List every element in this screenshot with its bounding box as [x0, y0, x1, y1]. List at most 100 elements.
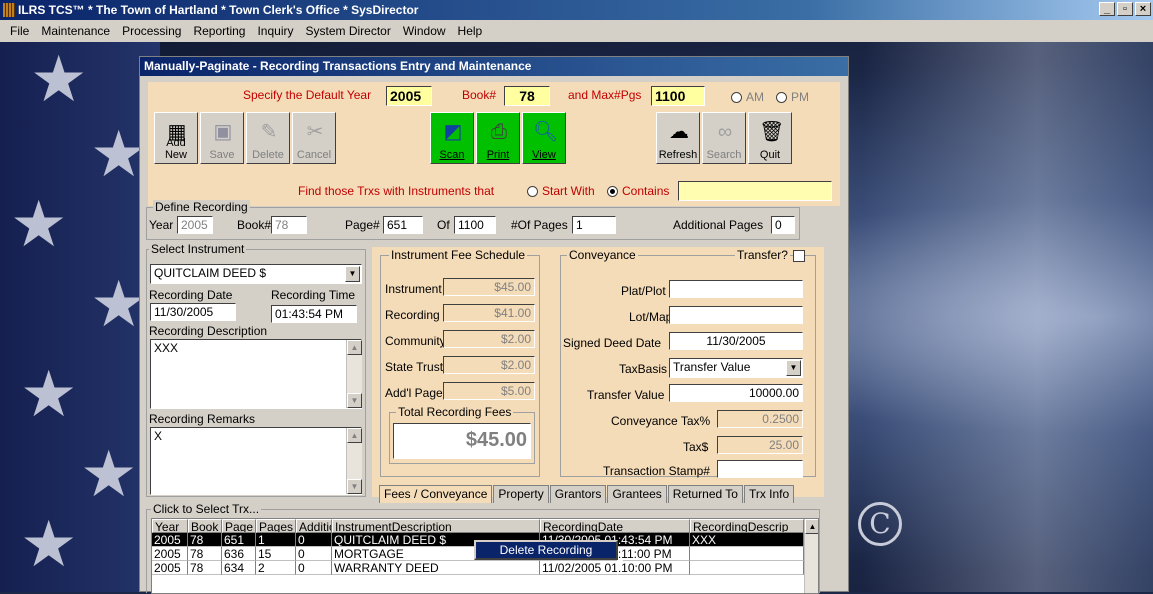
tab-trx-info[interactable]: Trx Info: [743, 485, 795, 503]
quit-button[interactable]: 🗑︎ Quit: [748, 112, 792, 164]
scroll-up-icon[interactable]: ▲: [805, 519, 818, 534]
am-radio[interactable]: [731, 92, 742, 103]
star-icon: ★: [20, 358, 78, 430]
start-with-radio[interactable]: [527, 186, 538, 197]
tab-bar: Fees / Conveyance Property Grantors Gran…: [379, 485, 795, 503]
menu-help[interactable]: Help: [452, 24, 489, 38]
menu-processing[interactable]: Processing: [116, 24, 187, 38]
toolbar-panel: Specify the Default Year 2005 Book# 78 a…: [148, 82, 840, 206]
search-button[interactable]: ∞ Search: [702, 112, 746, 164]
menu-bar: File Maintenance Processing Reporting In…: [0, 20, 1153, 42]
star-icon: ★: [80, 438, 138, 510]
chevron-down-icon[interactable]: ▼: [345, 266, 360, 282]
menu-maintenance[interactable]: Maintenance: [35, 24, 116, 38]
save-button[interactable]: ▣ Save: [200, 112, 244, 164]
transfer-value-field[interactable]: 10000.00: [669, 384, 803, 402]
cancel-button[interactable]: ✂ Cancel: [292, 112, 336, 164]
recording-date-field[interactable]: 11/30/2005: [150, 303, 236, 321]
cell-additional: 0: [296, 547, 332, 561]
cell-pages: 2: [256, 561, 296, 575]
transfer-checkbox[interactable]: [793, 250, 805, 262]
col-page[interactable]: Page: [222, 519, 256, 533]
tab-returned-to[interactable]: Returned To: [667, 485, 743, 503]
close-button[interactable]: ×: [1135, 2, 1151, 16]
menu-inquiry[interactable]: Inquiry: [251, 24, 299, 38]
instrument-select[interactable]: QUITCLAIM DEED $ ▼: [150, 264, 362, 284]
cell-instrument: WARRANTY DEED: [332, 561, 540, 575]
menu-window[interactable]: Window: [397, 24, 452, 38]
transfer-value-label: Transfer Value: [587, 388, 665, 402]
page-label: Page#: [345, 218, 380, 232]
lot-field[interactable]: [669, 306, 803, 324]
col-pages[interactable]: Pages: [256, 519, 296, 533]
cell-page: 636: [222, 547, 256, 561]
transaction-stamp-field[interactable]: [717, 460, 803, 478]
print-button[interactable]: ⎙ Print: [476, 112, 520, 164]
tab-fees-conveyance[interactable]: Fees / Conveyance: [379, 485, 493, 503]
col-book[interactable]: Book: [188, 519, 222, 533]
tab-grantees[interactable]: Grantees: [607, 485, 667, 503]
recording-fee-field: $41.00: [443, 304, 535, 322]
page-field[interactable]: 651: [383, 216, 423, 234]
scroll-down-icon[interactable]: ▼: [347, 393, 362, 408]
taxbasis-value: Transfer Value: [673, 360, 751, 374]
default-year-field[interactable]: 2005: [386, 86, 432, 106]
plat-field[interactable]: [669, 280, 803, 298]
instrument-selected-value: QUITCLAIM DEED $: [154, 266, 267, 280]
menu-reporting[interactable]: Reporting: [187, 24, 251, 38]
menu-system-director[interactable]: System Director: [300, 24, 397, 38]
col-year[interactable]: Year: [152, 519, 188, 533]
pm-radio[interactable]: [776, 92, 787, 103]
scan-button[interactable]: ◩ Scan: [430, 112, 474, 164]
cell-page: 651: [222, 533, 256, 547]
num-pages-field[interactable]: 1: [572, 216, 616, 234]
description-scrollbar[interactable]: ▲ ▼: [346, 340, 362, 408]
remarks-scrollbar[interactable]: ▲ ▼: [346, 428, 362, 494]
col-recording-date[interactable]: RecordingDate: [540, 519, 690, 533]
recording-date-label: Recording Date: [149, 288, 233, 302]
col-additional[interactable]: Additio: [296, 519, 332, 533]
recording-remarks-label: Recording Remarks: [149, 412, 256, 426]
cell-pages: 15: [256, 547, 296, 561]
chevron-down-icon[interactable]: ▼: [786, 360, 801, 376]
find-input[interactable]: [678, 181, 832, 201]
recording-time-field[interactable]: 01:43:54 PM: [271, 305, 357, 323]
col-recording-description[interactable]: RecordingDescrip: [690, 519, 804, 533]
refresh-button[interactable]: ☁ Refresh: [656, 112, 700, 164]
menu-file[interactable]: File: [4, 24, 35, 38]
taxbasis-select[interactable]: Transfer Value ▼: [669, 358, 803, 378]
maxpgs-field[interactable]: 1100: [651, 86, 705, 106]
fee-schedule-title: Instrument Fee Schedule: [389, 248, 528, 262]
tab-grantors[interactable]: Grantors: [549, 485, 607, 503]
view-button[interactable]: 🔍︎ View: [522, 112, 566, 164]
of-field[interactable]: 1100: [454, 216, 496, 234]
contains-radio[interactable]: [607, 186, 618, 197]
signed-deed-date-field[interactable]: 11/30/2005: [669, 332, 803, 350]
save-icon: ▣: [213, 121, 233, 143]
year-field[interactable]: 2005: [177, 216, 213, 234]
recording-description-field[interactable]: XXX: [150, 339, 362, 409]
minimize-button[interactable]: _: [1099, 2, 1115, 16]
add-new-button[interactable]: ▦ Add New: [154, 112, 198, 164]
num-pages-label: #Of Pages: [511, 218, 568, 232]
book-field[interactable]: 78: [271, 216, 307, 234]
start-with-label: Start With: [542, 184, 595, 198]
book-field[interactable]: 78: [504, 86, 550, 106]
tab-property[interactable]: Property: [493, 485, 549, 503]
binoculars-icon: ∞: [717, 121, 733, 143]
scroll-up-icon[interactable]: ▲: [347, 428, 362, 443]
flag-background: ★ ★ ★ ★ ★ ★ ★: [0, 42, 160, 592]
cell-additional: 0: [296, 533, 332, 547]
restore-button[interactable]: ▫: [1117, 2, 1133, 16]
scroll-up-icon[interactable]: ▲: [347, 340, 362, 355]
additional-pages-field[interactable]: 0: [771, 216, 795, 234]
grid-scrollbar[interactable]: ▲: [804, 519, 818, 593]
instrument-fee-field: $45.00: [443, 278, 535, 296]
scroll-down-icon[interactable]: ▼: [347, 479, 362, 494]
recording-fee-label: Recording: [385, 308, 440, 322]
delete-button[interactable]: ✎ Delete: [246, 112, 290, 164]
col-instrument-description[interactable]: InstrumentDescription: [332, 519, 540, 533]
recording-remarks-field[interactable]: X: [150, 427, 362, 495]
am-label: AM: [746, 90, 764, 104]
context-menu-delete-recording[interactable]: Delete Recording: [474, 540, 618, 560]
